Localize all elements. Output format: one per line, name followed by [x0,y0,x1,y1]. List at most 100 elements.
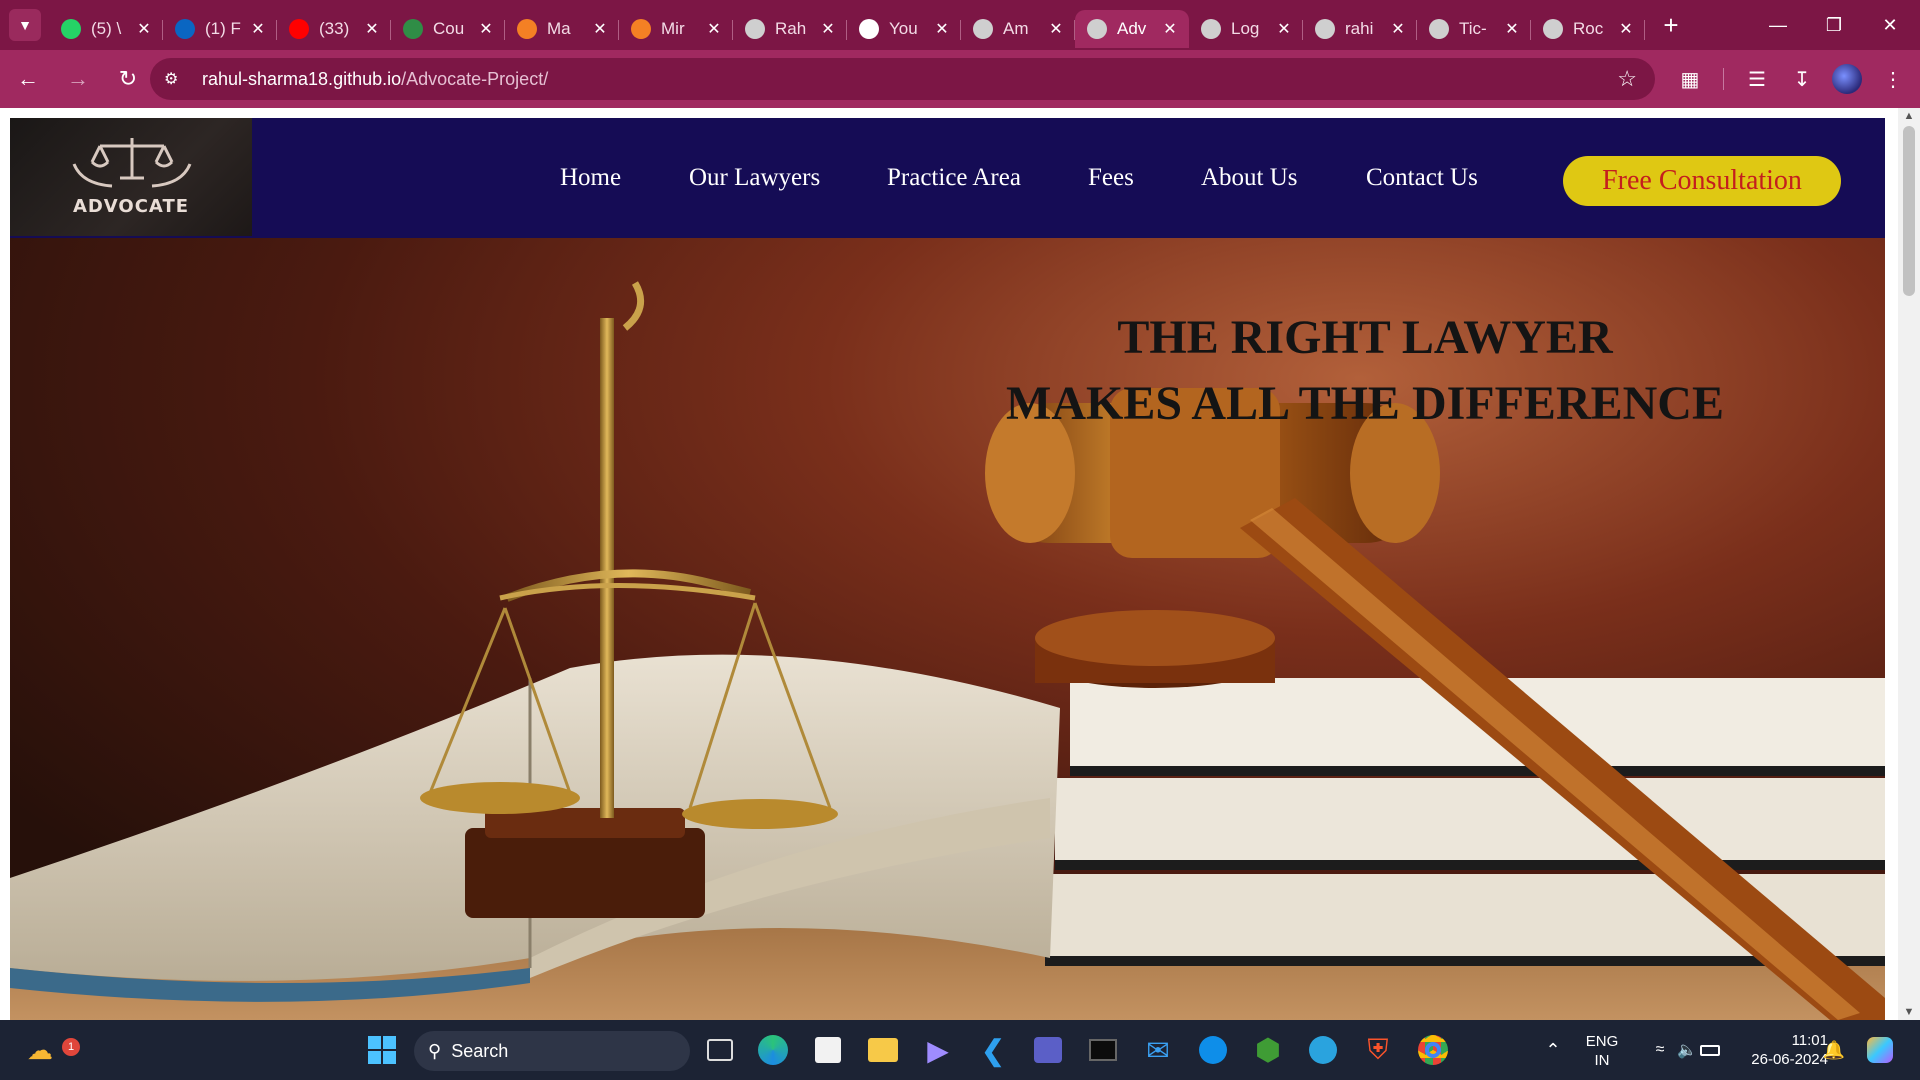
nav-contact-link[interactable]: Contact Us [1366,164,1478,192]
site-settings-icon[interactable]: ⚙ [164,69,194,89]
browser-tab[interactable]: Rah ✕ [733,10,847,48]
tab-close-icon[interactable]: ✕ [705,19,723,39]
reload-icon: ↻ [118,66,138,91]
task-view-icon[interactable] [700,1030,740,1070]
download-icon[interactable]: ↧ [1785,62,1819,96]
nav-about[interactable]: About Us [1201,118,1298,238]
tab-title: Tic- [1459,19,1487,38]
chrome-icon[interactable] [1413,1030,1453,1070]
new-tab-button[interactable]: + [1653,10,1689,41]
globe-icon [1543,19,1563,39]
browser-tab[interactable]: Am ✕ [961,10,1075,48]
scrollbar-thumb[interactable] [1903,126,1915,296]
url-text[interactable]: rahul-sharma18.github.io/Advocate-Projec… [202,69,548,90]
media-player-icon[interactable]: ▶ [918,1030,958,1070]
globe-icon [745,19,765,39]
linkedin-icon [175,19,195,39]
extensions-icon[interactable]: ▦ [1673,62,1707,96]
tab-close-icon[interactable]: ✕ [477,19,495,39]
scales-logo-icon [72,138,192,188]
language-indicator[interactable]: ENG IN [1580,1032,1624,1070]
menu-kebab-icon[interactable]: ⋮ [1876,62,1910,96]
browser-tab[interactable]: Cou ✕ [391,10,505,48]
back-button[interactable]: ← [6,57,50,101]
media-controls-icon[interactable]: ☰ [1740,62,1774,96]
weather-widget[interactable]: ☁ 1 [20,1030,80,1070]
telegram-icon[interactable] [1303,1030,1343,1070]
taskbar-search[interactable]: ⚲ Search [414,1031,690,1071]
tab-close-icon[interactable]: ✕ [933,19,951,39]
browser-tab[interactable]: Mir ✕ [619,10,733,48]
browser-tab[interactable]: Roc ✕ [1531,10,1645,48]
tab-title: (1) F [205,19,241,38]
tab-close-icon[interactable]: ✕ [363,19,381,39]
nav-practice-link[interactable]: Practice Area [887,164,1021,192]
teams-icon[interactable] [1028,1030,1068,1070]
scroll-down-icon[interactable]: ▼ [1898,1006,1920,1018]
browser-tab[interactable]: (33) ✕ [277,10,391,48]
battery-icon[interactable] [1690,1030,1730,1070]
address-bar[interactable]: ⚙ rahul-sharma18.github.io/Advocate-Proj… [150,58,1655,100]
nav-fees-link[interactable]: Fees [1088,164,1134,192]
tab-close-icon[interactable]: ✕ [1047,19,1065,39]
logo-text: ADVOCATE [72,196,190,217]
teamviewer-icon[interactable] [1193,1030,1233,1070]
browser-tab[interactable]: You ✕ [847,10,961,48]
browser-tab[interactable]: Adv ✕ [1075,10,1189,48]
tab-close-icon[interactable]: ✕ [591,19,609,39]
mail-icon[interactable]: ✉ [1138,1030,1178,1070]
bookmark-star-icon[interactable]: ☆ [1617,66,1637,92]
nodejs-icon[interactable]: ⬢ [1248,1030,1288,1070]
page-scrollbar[interactable]: ▲ ▼ [1898,108,1920,1020]
close-window-button[interactable]: ✕ [1862,0,1918,50]
github-icon [859,19,879,39]
store-icon[interactable] [808,1030,848,1070]
file-explorer-icon[interactable] [863,1030,903,1070]
profile-avatar[interactable] [1832,64,1862,94]
nav-lawyers-link[interactable]: Our Lawyers [689,164,820,192]
edge-icon[interactable] [753,1030,793,1070]
globe-icon [1201,19,1221,39]
tab-close-icon[interactable]: ✕ [135,19,153,39]
minimize-button[interactable]: — [1750,0,1806,50]
start-button[interactable] [362,1030,402,1070]
browser-tab[interactable]: Tic- ✕ [1417,10,1531,48]
chevron-down-icon: ▼ [18,17,32,33]
show-hidden-icons[interactable]: ⌃ [1533,1030,1573,1070]
nav-home-link[interactable]: Home [560,164,621,192]
notifications-bell-icon[interactable]: 🔔 [1814,1030,1854,1070]
browser-tab[interactable]: Log ✕ [1189,10,1303,48]
browser-tab[interactable]: Ma ✕ [505,10,619,48]
tab-title: rahi [1345,19,1374,38]
vscode-icon[interactable]: ❮ [973,1030,1013,1070]
nav-practice-area[interactable]: Practice Area [887,118,1021,238]
nav-contact[interactable]: Contact Us [1366,118,1478,238]
copilot-icon[interactable] [1860,1030,1900,1070]
toolbar-divider [1723,68,1724,90]
browser-tab[interactable]: rahi ✕ [1303,10,1417,48]
browser-tab[interactable]: (5) \ ✕ [49,10,163,48]
globe-icon [1429,19,1449,39]
scroll-up-icon[interactable]: ▲ [1898,110,1920,122]
nav-fees[interactable]: Fees [1088,118,1134,238]
tab-close-icon[interactable]: ✕ [1275,19,1293,39]
tab-close-icon[interactable]: ✕ [1161,19,1179,39]
tab-list: (5) \ ✕ (1) F ✕ (33) ✕ Cou ✕ Ma ✕ Mir ✕ Rah ✕ You ✕ Am ✕ A… [49,2,1645,48]
tab-close-icon[interactable]: ✕ [1389,19,1407,39]
terminal-icon[interactable] [1083,1030,1123,1070]
restore-button[interactable]: ❐ [1806,0,1862,50]
browser-tab[interactable]: (1) F ✕ [163,10,277,48]
nav-about-link[interactable]: About Us [1201,164,1298,192]
reload-button[interactable]: ↻ [106,57,150,101]
forward-button[interactable]: → [56,57,100,101]
site-logo[interactable]: ADVOCATE [10,118,252,236]
brave-icon[interactable]: ⛨ [1358,1030,1398,1070]
tab-close-icon[interactable]: ✕ [1503,19,1521,39]
free-consultation-button[interactable]: Free Consultation [1563,156,1841,206]
tab-search-button[interactable]: ▼ [9,9,41,41]
nav-home[interactable]: Home [560,118,621,238]
nav-lawyers[interactable]: Our Lawyers [689,118,820,238]
tab-close-icon[interactable]: ✕ [249,19,267,39]
tab-close-icon[interactable]: ✕ [819,19,837,39]
tab-close-icon[interactable]: ✕ [1617,19,1635,39]
